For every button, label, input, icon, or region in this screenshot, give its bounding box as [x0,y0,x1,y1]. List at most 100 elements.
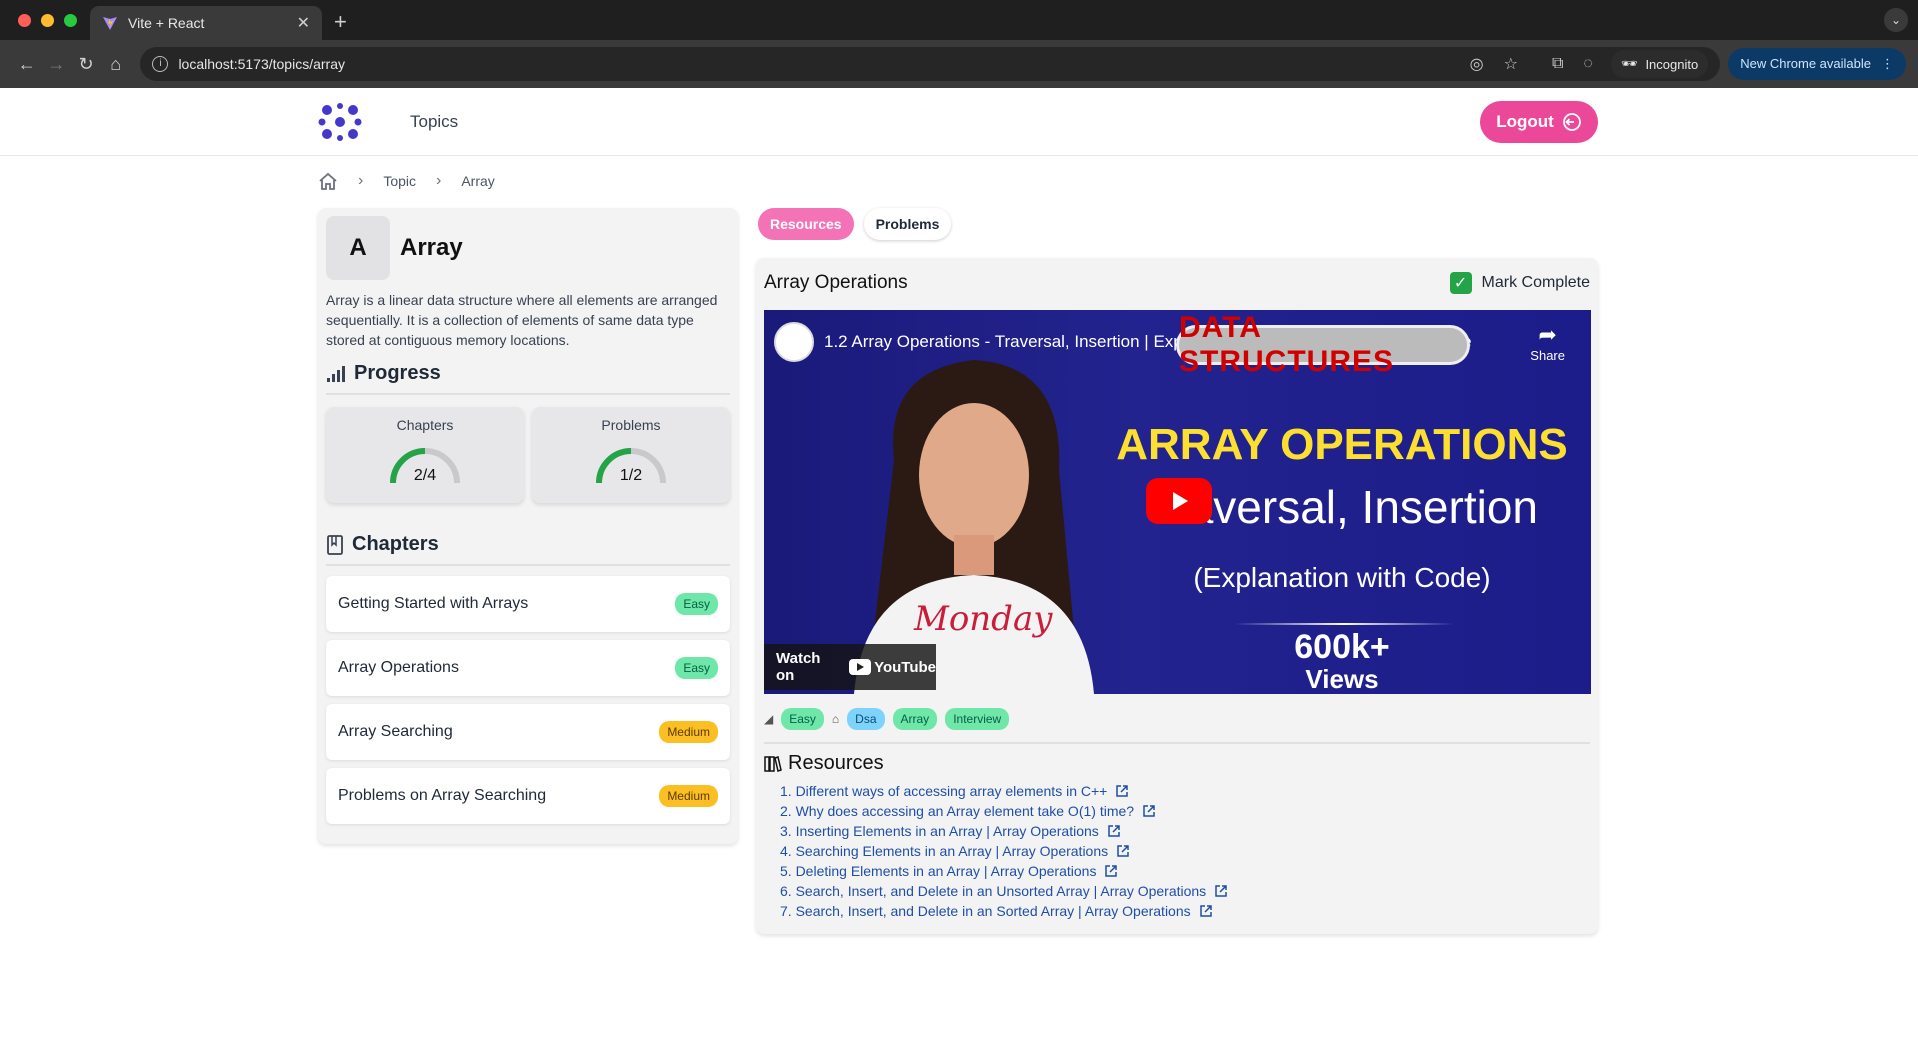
signal-bars-icon [327,365,345,382]
chapter-item[interactable]: Array Searching Medium [326,704,730,760]
external-link-icon [1199,905,1212,917]
play-button-icon[interactable] [1146,478,1212,524]
presenter-thumbnail-image: Monday [854,360,1094,694]
tag-icon: ⌂ [831,712,840,726]
chapter-name: Array Operations [338,659,459,676]
resource-link[interactable]: 1. Different ways of accessing array ele… [780,781,1590,801]
incognito-label: Incognito [1645,56,1699,72]
resource-link-text[interactable]: 1. Different ways of accessing array ele… [780,781,1107,801]
chapter-item[interactable]: Problems on Array Searching Medium [326,768,730,824]
browser-tab[interactable]: Vite + React ✕ [90,6,322,40]
home-breadcrumb-icon[interactable] [318,172,338,190]
chapters-list: Getting Started with Arrays Easy Array O… [326,576,730,824]
watch-on-label: Watch on [776,650,821,684]
mark-complete-toggle[interactable]: ✓ Mark Complete [1449,272,1590,294]
resource-link-text[interactable]: 5. Deleting Elements in an Array | Array… [780,861,1096,881]
chapter-name: Getting Started with Arrays [338,595,529,612]
tab-title: Vite + React [128,15,205,31]
logout-button[interactable]: Logout [1480,101,1598,143]
update-chrome-label: New Chrome available [1740,56,1871,71]
chapter-name: Array Searching [338,723,453,740]
thumbnail-divider [1234,623,1454,625]
close-window-button[interactable] [18,13,31,27]
resource-title: Array Operations [764,272,908,293]
watch-on-youtube-button[interactable]: Watch on YouTube [764,644,936,690]
chapters-stat-label: Chapters [396,417,454,433]
resource-link-text[interactable]: 6. Search, Insert, and Delete in an Unso… [780,881,1206,901]
maximize-window-button[interactable] [64,13,77,27]
resource-link[interactable]: 3. Inserting Elements in an Array | Arra… [780,821,1590,841]
resource-link[interactable]: 2. Why does accessing an Array element t… [780,801,1590,821]
chapter-item[interactable]: Getting Started with Arrays Easy [326,576,730,632]
resource-link[interactable]: 6. Search, Insert, and Delete in an Unso… [780,881,1590,901]
book-icon [327,534,343,555]
external-link-icon [1215,885,1227,897]
url-text[interactable]: localhost:5173/topics/array [178,56,1449,72]
difficulty-badge: Easy [675,657,718,679]
external-link-icon [1105,865,1118,877]
back-icon[interactable]: ← [12,54,42,75]
browser-toolbar: ← → ↻ ⌂ i localhost:5173/topics/array ◎ … [0,40,1918,88]
tab-problems[interactable]: Problems [863,208,952,240]
minimize-window-button[interactable] [41,13,54,27]
tag-item: Array [892,708,938,730]
problems-gauge: 1/2 [591,439,671,487]
shirt-print-text: Monday [913,599,1053,639]
update-chrome-button[interactable]: New Chrome available ⋮ [1728,48,1906,80]
resource-header: Array Operations ✓ Mark Complete [764,268,1590,298]
resource-link-text[interactable]: 7. Search, Insert, and Delete in an Sort… [780,901,1191,921]
chapter-item[interactable]: Array Operations Easy [326,640,730,696]
tag-row: ◢ Easy ⌂ Dsa Array Interview [764,708,1590,744]
new-tab-icon[interactable]: + [334,9,347,35]
resources-heading: Resources [764,752,1590,775]
video-embed[interactable]: Monday 1.2 Array Operations - Traversal,… [764,310,1591,694]
site-info-icon[interactable]: i [152,56,169,72]
topic-avatar: A [326,216,390,280]
close-tab-icon[interactable]: ✕ [297,13,310,33]
tag-item: Interview [945,708,1010,730]
chapter-name: Problems on Array Searching [338,787,547,804]
breadcrumb: › Topic › Array [318,172,495,190]
resource-link[interactable]: 4. Searching Elements in an Array | Arra… [780,841,1590,861]
tab-resources[interactable]: Resources [758,208,854,240]
resource-link-text[interactable]: 3. Inserting Elements in an Array | Arra… [780,821,1099,841]
address-bar[interactable]: i localhost:5173/topics/array ◎ ☆ ⧉ ◌ 🕶 … [140,47,1721,81]
incognito-indicator[interactable]: 🕶 Incognito [1610,50,1709,78]
incognito-icon: 🕶 [1620,56,1638,71]
checkbox-checked-icon[interactable]: ✓ [1449,272,1472,294]
profile-sync-icon[interactable]: ◌ [1583,55,1593,73]
browser-tab-strip: Vite + React ✕ + ⌄ [0,0,1918,40]
app-logo-icon[interactable] [318,102,362,142]
external-link-icon [1143,805,1155,817]
content-tabs: Resources Problems [758,208,952,240]
youtube-logo-icon: YouTube [849,659,936,676]
forward-icon[interactable]: → [42,54,72,75]
resource-link[interactable]: 5. Deleting Elements in an Array | Array… [780,861,1590,881]
home-icon[interactable]: ⌂ [101,54,131,75]
resource-links: 1. Different ways of accessing array ele… [764,781,1590,921]
thumbnail-caption: (Explanation with Code) [1193,562,1491,593]
chapters-title: Chapters [352,533,439,555]
bookmark-star-icon[interactable]: ☆ [1504,54,1518,74]
reload-icon[interactable]: ↻ [71,54,101,75]
resource-panel: Array Operations ✓ Mark Complete Monday … [756,258,1598,934]
kebab-menu-icon[interactable]: ⋮ [1881,56,1894,71]
chapters-heading: Chapters [326,533,730,566]
progress-stats: Chapters 2/4 Problems 1/2 [326,407,730,503]
tag-item: Dsa [847,708,885,730]
resources-title: Resources [788,752,884,774]
resource-link[interactable]: 7. Search, Insert, and Delete in an Sort… [780,901,1590,921]
resource-link-text[interactable]: 2. Why does accessing an Array element t… [780,801,1134,821]
nav-topics-link[interactable]: Topics [410,112,458,132]
extensions-icon[interactable]: ⧉ [1552,55,1563,73]
eye-off-icon[interactable]: ◎ [1470,54,1484,74]
tab-search-icon[interactable]: ⌄ [1884,8,1908,32]
resource-link-text[interactable]: 4. Searching Elements in an Array | Arra… [780,841,1108,861]
problems-stat-label: Problems [601,417,661,433]
youtube-wordmark: YouTube [874,658,936,676]
breadcrumb-topic[interactable]: Topic [383,173,416,189]
share-button[interactable]: ➦ Share [1530,322,1565,363]
chapters-gauge: 2/4 [385,439,465,487]
channel-avatar[interactable] [774,322,814,362]
difficulty-signal-icon: ◢ [764,712,774,726]
